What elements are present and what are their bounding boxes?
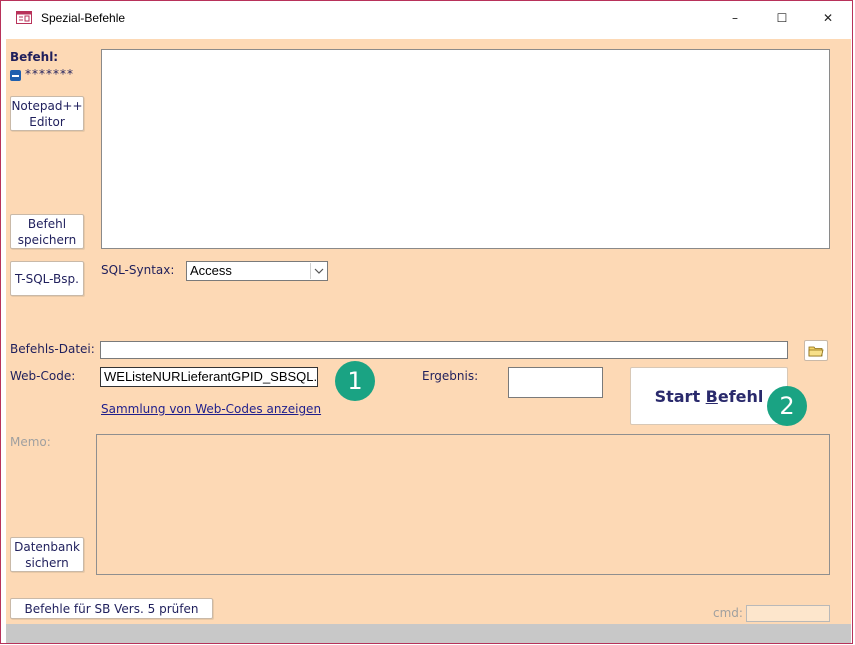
close-button[interactable]: ✕ [805,1,851,34]
web-codes-link[interactable]: Sammlung von Web-Codes anzeigen [101,402,321,416]
sql-syntax-value: Access [190,263,232,278]
save-command-button[interactable]: Befehl speichern [10,214,84,249]
step-2-badge: 2 [767,386,807,426]
form-icon [16,11,32,24]
cmd-field [746,605,830,622]
browse-file-button[interactable] [804,340,828,361]
step-1-badge: 1 [335,361,375,401]
start-button-label-prefix: Start [654,386,706,406]
notepad-editor-button[interactable]: Notepad++ Editor [10,96,84,131]
maximize-icon: ☐ [776,10,788,25]
befehls-datei-input[interactable] [100,341,788,359]
window-title: Spezial-Befehle [41,11,126,25]
minimize-button[interactable]: – [712,1,758,34]
form-body: Befehl: ******* Notepad++ Editor Befehl … [6,39,851,643]
start-button-label-suffix: efehl [717,386,764,406]
status-strip [6,624,851,643]
chevron-down-icon [310,263,326,279]
minimize-icon: – [732,10,738,25]
memo-label: Memo: [10,435,51,449]
collapse-icon[interactable] [10,70,21,81]
check-commands-button[interactable]: Befehle für SB Vers. 5 prüfen [10,598,213,619]
command-textbox[interactable] [101,49,830,249]
sql-syntax-label: SQL-Syntax: [101,263,175,277]
app-window: Spezial-Befehle – ☐ ✕ Befehl: ******* No… [0,0,853,644]
web-code-label: Web-Code: [10,369,76,383]
ergebnis-label: Ergebnis: [422,369,479,383]
masked-text: ******* [25,67,74,81]
sql-syntax-select[interactable]: Access [186,261,328,281]
close-icon: ✕ [822,10,834,25]
befehl-label: Befehl: [10,50,59,64]
start-command-button[interactable]: Start Befehl [630,367,788,425]
befehls-datei-label: Befehls-Datei: [10,342,95,356]
title-bar[interactable]: Spezial-Befehle – ☐ ✕ [1,1,852,34]
maximize-button[interactable]: ☐ [759,1,805,34]
memo-box[interactable] [96,434,830,575]
cmd-label: cmd: [713,606,743,620]
ergebnis-field[interactable] [508,367,603,398]
start-button-accelerator: B [705,386,718,406]
folder-icon [808,346,824,356]
tsql-example-button[interactable]: T-SQL-Bsp. [10,261,84,296]
backup-database-button[interactable]: Datenbank sichern [10,537,84,572]
web-code-input[interactable]: WEListeNURLieferantGPID_SBSQL.saf [100,367,318,387]
